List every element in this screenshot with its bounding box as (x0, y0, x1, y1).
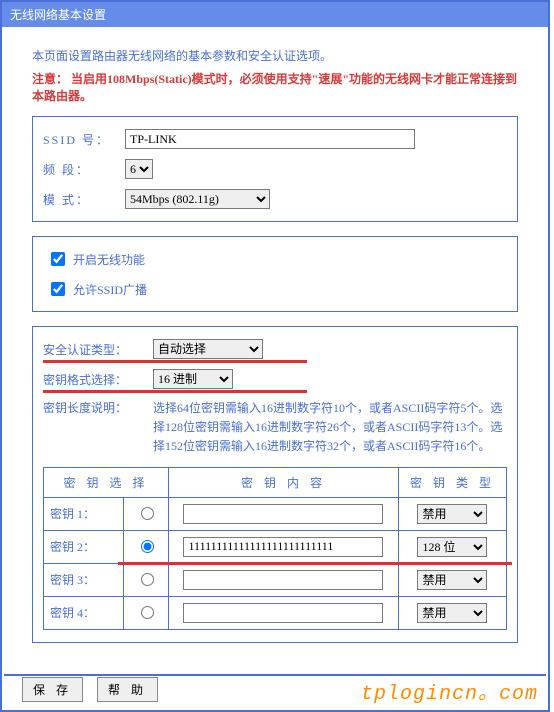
window-title: 无线网络基本设置 (10, 8, 106, 22)
key-length-row: 密钥长度说明： 选择64位密钥需输入16进制数字符10个，或者ASCII码字符5… (43, 399, 507, 457)
key-format-label: 密钥格式选择： (43, 371, 153, 388)
channel-label: 频 段： (43, 161, 125, 178)
enable-broadcast-label: 允许SSID广播 (73, 281, 147, 298)
key4-type-select[interactable]: 禁用 (417, 603, 487, 623)
key2-input[interactable] (183, 537, 383, 557)
key-format-row: 密钥格式选择： 16 进制 (43, 369, 507, 389)
basic-fieldset: SSID 号： 频 段： 6 模 式： 54Mbps (802.11g) (32, 116, 518, 222)
key2-radio[interactable] (141, 540, 154, 553)
table-row: 密钥 3： 禁用 (44, 563, 507, 596)
notice-text: 当启用108Mbps(Static)模式时，必须使用支持"速展"功能的无线网卡才… (32, 72, 517, 103)
auth-type-select[interactable]: 自动选择 (153, 339, 263, 359)
col-select-header: 密 钥 选 择 (44, 467, 169, 497)
key3-type-select[interactable]: 禁用 (417, 570, 487, 590)
enable-wireless-checkbox[interactable] (51, 252, 65, 266)
key-table: 密 钥 选 择 密 钥 内 容 密 钥 类 型 密钥 1： 禁用 密钥 2： 1… (43, 467, 507, 630)
key3-radio[interactable] (141, 573, 154, 586)
key4-label: 密钥 4： (44, 596, 124, 629)
enable-wireless-label: 开启无线功能 (73, 251, 145, 268)
ssid-label: SSID 号： (43, 131, 125, 148)
channel-select[interactable]: 6 (125, 159, 153, 179)
switch-fieldset: 开启无线功能 允许SSID广播 (32, 236, 518, 312)
notice-label: 注意： (32, 72, 68, 86)
watermark-text: tplogincn。com (361, 676, 538, 706)
key1-radio[interactable] (141, 507, 154, 520)
key-length-desc: 选择64位密钥需输入16进制数字符10个，或者ASCII码字符5个。选择128位… (153, 399, 507, 457)
enable-wireless-row: 开启无线功能 (47, 249, 507, 269)
table-row: 密钥 1： 禁用 (44, 497, 507, 530)
title-bar: 无线网络基本设置 (2, 2, 548, 27)
key3-label: 密钥 3： (44, 563, 124, 596)
auth-type-label: 安全认证类型： (43, 341, 153, 358)
help-button[interactable]: 帮 助 (97, 677, 158, 702)
enable-broadcast-row: 允许SSID广播 (47, 279, 507, 299)
table-row: 密钥 4： 禁用 (44, 596, 507, 629)
key-format-select[interactable]: 16 进制 (153, 369, 233, 389)
enable-broadcast-checkbox[interactable] (51, 282, 65, 296)
table-row: 密钥 2： 128 位 (44, 530, 507, 563)
key2-label: 密钥 2： (44, 530, 124, 563)
auth-type-row: 安全认证类型： 自动选择 (43, 339, 507, 359)
key3-input[interactable] (183, 570, 383, 590)
mode-row: 模 式： 54Mbps (802.11g) (43, 189, 507, 209)
key1-label: 密钥 1： (44, 497, 124, 530)
ssid-row: SSID 号： (43, 129, 507, 149)
col-type-header: 密 钥 类 型 (398, 467, 506, 497)
key-table-header: 密 钥 选 择 密 钥 内 容 密 钥 类 型 (44, 467, 507, 497)
notice-block: 注意： 当启用108Mbps(Static)模式时，必须使用支持"速展"功能的无… (32, 70, 518, 104)
mode-label: 模 式： (43, 191, 125, 208)
key1-type-select[interactable]: 禁用 (417, 504, 487, 524)
ssid-input[interactable] (125, 129, 415, 149)
content-area: 本页面设置路由器无线网络的基本参数和安全认证选项。 注意： 当启用108Mbps… (2, 27, 548, 667)
intro-text: 本页面设置路由器无线网络的基本参数和安全认证选项。 (32, 47, 518, 64)
channel-row: 频 段： 6 (43, 159, 507, 179)
col-content-header: 密 钥 内 容 (169, 467, 399, 497)
mode-select[interactable]: 54Mbps (802.11g) (125, 189, 270, 209)
key4-input[interactable] (183, 603, 383, 623)
save-button[interactable]: 保 存 (22, 677, 83, 702)
security-fieldset: 安全认证类型： 自动选择 密钥格式选择： 16 进制 密钥长度说明： 选择64位… (32, 326, 518, 643)
key1-input[interactable] (183, 504, 383, 524)
key4-radio[interactable] (141, 606, 154, 619)
key-length-label: 密钥长度说明： (43, 399, 153, 416)
key2-type-select[interactable]: 128 位 (417, 537, 487, 557)
wireless-settings-window: 无线网络基本设置 本页面设置路由器无线网络的基本参数和安全认证选项。 注意： 当… (0, 0, 550, 712)
